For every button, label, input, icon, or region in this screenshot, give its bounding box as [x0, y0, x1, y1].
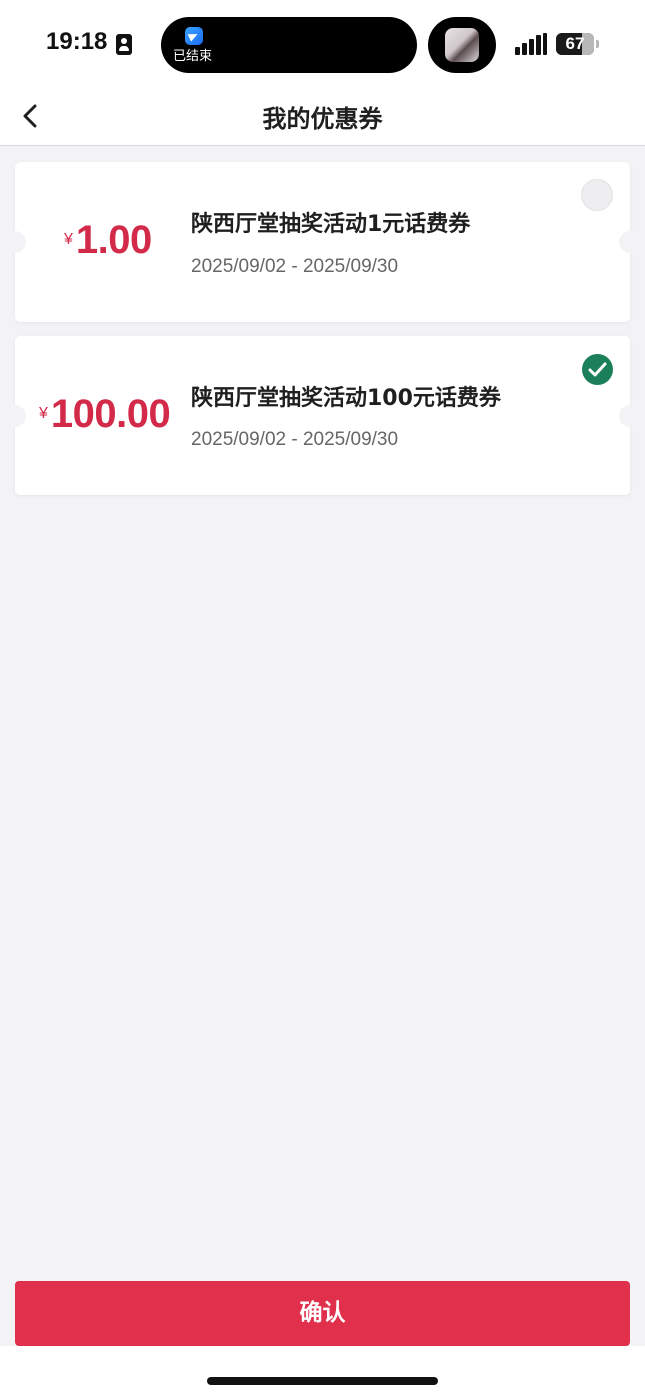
- coupon-select-radio-checked[interactable]: [582, 354, 613, 385]
- bottom-safe-area: [0, 1346, 645, 1398]
- island-status-text: 已结束: [173, 49, 213, 64]
- currency-symbol: ¥: [64, 231, 73, 248]
- contact-card-icon: [116, 34, 132, 55]
- ticket-notch: [4, 231, 26, 253]
- checkmark-icon: [588, 362, 607, 377]
- dynamic-island[interactable]: 已结束: [161, 17, 417, 73]
- thumbnail-image: [445, 28, 479, 62]
- coupon-card[interactable]: ¥100.00 陕西厅堂抽奖活动100元话费券 2025/09/02 - 202…: [4, 336, 641, 495]
- page: 19:18 已结束 67 我的优惠券 ¥1.00 陕西厅堂抽奖活动1元话费券 2…: [0, 0, 645, 1398]
- ticket-notch: [4, 405, 26, 427]
- coupon-title: 陕西厅堂抽奖活动1元话费券: [191, 212, 471, 237]
- home-indicator[interactable]: [207, 1377, 438, 1385]
- coupon-card[interactable]: ¥1.00 陕西厅堂抽奖活动1元话费券 2025/09/02 - 2025/09…: [4, 162, 641, 322]
- status-time: 19:18: [46, 28, 108, 55]
- coupon-amount-value: 1.00: [75, 218, 152, 262]
- coupon-amount: ¥1.00: [64, 218, 152, 263]
- confirm-button[interactable]: 确认: [15, 1281, 630, 1346]
- battery-icon: 67: [556, 33, 594, 55]
- island-thumbnail[interactable]: [428, 17, 496, 73]
- coupon-amount-value: 100.00: [50, 392, 171, 436]
- ticket-notch: [619, 405, 641, 427]
- status-bar: 19:18 已结束 67: [0, 0, 645, 88]
- currency-symbol: ¥: [39, 405, 48, 422]
- cellular-signal-icon: [515, 33, 549, 55]
- coupon-title: 陕西厅堂抽奖活动100元话费券: [191, 386, 501, 411]
- battery-level: 67: [565, 34, 585, 53]
- send-app-icon: [185, 27, 203, 45]
- coupon-amount: ¥100.00: [39, 392, 171, 437]
- coupon-select-radio[interactable]: [581, 179, 613, 211]
- page-title: 我的优惠券: [262, 105, 383, 133]
- coupon-date-range: 2025/09/02 - 2025/09/30: [191, 429, 399, 450]
- ticket-notch: [619, 231, 641, 253]
- nav-bar: 我的优惠券: [0, 88, 645, 146]
- battery-nub: [596, 40, 599, 48]
- coupon-date-range: 2025/09/02 - 2025/09/30: [191, 256, 399, 277]
